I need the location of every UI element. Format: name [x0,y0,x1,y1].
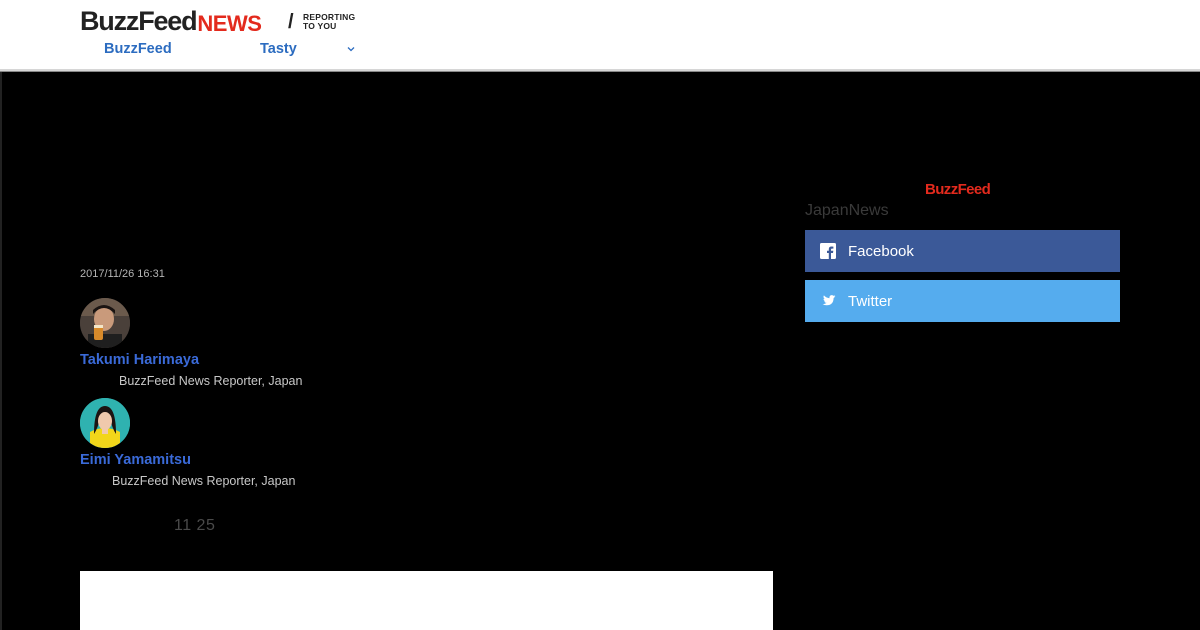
logo-tagline: REPORTING TO YOU [303,13,355,31]
author-title: BuzzFeed News Reporter, Japan [112,474,296,488]
avatar[interactable] [80,398,130,448]
author-name-link[interactable]: Takumi Harimaya [80,352,199,368]
sidebar-label: JapanNews [805,202,889,219]
facebook-share-label: Facebook [848,242,914,260]
content-edge [0,72,2,630]
sidebar-buzzfeed-logo[interactable]: BuzzFeed [925,181,991,198]
avatar[interactable] [80,298,130,348]
author-photo [80,298,130,348]
header-divider [0,69,1200,72]
nav-link-buzzfeed[interactable]: BuzzFeed [104,40,172,58]
facebook-share-button[interactable]: Facebook [805,230,1120,272]
logo-tagline-line2: TO YOU [303,21,337,31]
logo-buzzfeed-text: BuzzFeed [80,6,198,36]
nav-link-tasty[interactable]: Tasty [260,40,297,58]
chevron-down-icon[interactable] [345,44,357,54]
author-photo [80,398,130,448]
article-body-panel [80,571,773,630]
twitter-icon [822,295,836,306]
logo-slash: / [288,11,294,33]
author-name-link[interactable]: Eimi Yamamitsu [80,452,191,468]
facebook-icon [820,243,836,259]
buzzfeed-news-logo[interactable]: BuzzFeed NEWS / REPORTING TO YOU [80,6,355,36]
twitter-share-label: Twitter [848,292,893,310]
site-header: BuzzFeed NEWS / REPORTING TO YOU BuzzFee… [0,0,1200,70]
logo-news-text: NEWS [197,11,262,36]
article-date-text: 11 25 [174,517,216,534]
article-timestamp: 2017/11/26 16:31 [80,268,165,280]
twitter-share-button[interactable]: Twitter [805,280,1120,322]
author-title: BuzzFeed News Reporter, Japan [119,374,303,388]
